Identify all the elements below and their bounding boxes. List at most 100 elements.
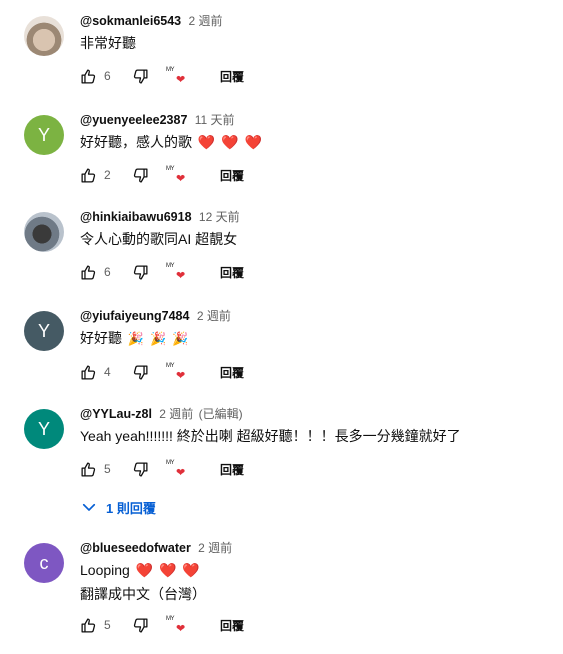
creator-tag: MY (166, 263, 175, 269)
comment-author[interactable]: @sokmanlei6543 (80, 14, 181, 28)
creator-tag: MY (166, 460, 175, 466)
thumbs-up-icon (80, 264, 95, 280)
creator-heart-badge[interactable]: MY ❤ (164, 163, 192, 187)
comment-time[interactable]: 2 週前 (198, 541, 232, 555)
thumbs-down-icon (133, 364, 148, 380)
avatar-letter: c (39, 552, 49, 573)
heart-icon: ❤ (176, 270, 186, 282)
thumbs-down-icon (133, 167, 148, 183)
creator-heart-badge[interactable]: MY ❤ (164, 457, 192, 481)
comment-author[interactable]: @blueseedofwater (80, 541, 191, 555)
avatar[interactable]: Y (24, 409, 64, 449)
like-count: 2 (104, 168, 111, 182)
thumbs-down-icon (133, 68, 148, 84)
comment-actions: 6 MY ❤ 回覆 (76, 256, 550, 288)
like-count: 6 (104, 69, 111, 83)
dislike-button[interactable] (128, 260, 152, 284)
comment-text-content: 好好聽，感人的歌 (80, 134, 192, 150)
heart-icon: ❤ (176, 370, 186, 382)
thumbs-down-icon (133, 617, 148, 633)
heart-emoji: ❤️ (197, 134, 216, 150)
party-popper-emoji: 🎉 (149, 331, 167, 346)
avatar[interactable]: Y (24, 115, 64, 155)
like-button[interactable] (76, 163, 100, 187)
reply-button[interactable]: 回覆 (212, 358, 252, 387)
show-replies-button[interactable]: 1 則回覆 (80, 493, 156, 521)
comment-text: 非常好聽 (80, 35, 136, 51)
reply-button[interactable]: 回覆 (212, 62, 252, 91)
comment-actions: 6 MY ❤ 回覆 (76, 60, 550, 92)
heart-icon: ❤ (176, 467, 186, 479)
like-count: 4 (104, 365, 111, 379)
creator-heart-badge[interactable]: MY ❤ (164, 260, 192, 284)
heart-emoji: ❤️ (135, 562, 154, 578)
dislike-button[interactable] (128, 360, 152, 384)
comment-text: 令人心動的歌同AI 超靚女 (80, 231, 238, 247)
comment-actions: 2 MY ❤ 回覆 (76, 159, 550, 191)
dislike-button[interactable] (128, 613, 152, 637)
party-popper-emoji: 🎉 (127, 331, 145, 346)
like-button[interactable] (76, 64, 100, 88)
avatar[interactable]: Y (24, 311, 64, 351)
avatar[interactable] (24, 16, 64, 56)
comment-text-content: Looping (80, 562, 130, 578)
like-button[interactable] (76, 260, 100, 284)
creator-tag: MY (166, 67, 175, 73)
comment-time[interactable]: 2 週前 (188, 14, 222, 28)
heart-emoji: ❤️ (244, 134, 262, 150)
comment-time[interactable]: 12 天前 (199, 210, 240, 224)
comment-actions: 4 MY ❤ 回覆 (76, 356, 550, 388)
comment-author[interactable]: @hinkiaibawu6918 (80, 210, 192, 224)
reply-button[interactable]: 回覆 (212, 258, 252, 287)
comment-actions: 5 MY ❤ 回覆 (76, 609, 550, 641)
party-popper-emoji: 🎉 (172, 331, 189, 346)
dislike-button[interactable] (128, 457, 152, 481)
like-count: 5 (104, 618, 111, 632)
translate-link[interactable]: 翻譯成中文（台灣） (80, 583, 550, 605)
like-button[interactable] (76, 360, 100, 384)
edited-label: (已編輯) (198, 407, 243, 421)
like-button[interactable] (76, 457, 100, 481)
dislike-button[interactable] (128, 163, 152, 187)
like-button[interactable] (76, 613, 100, 637)
comment-text: 好好聽，感人的歌 ❤️ ❤️ ❤️ (80, 131, 550, 153)
like-count: 6 (104, 265, 111, 279)
creator-tag: MY (166, 166, 175, 172)
like-count: 5 (104, 462, 111, 476)
comment-text: Looping ❤️ ❤️ ❤️ (80, 559, 550, 581)
thumbs-up-icon (80, 167, 95, 183)
creator-tag: MY (166, 363, 175, 369)
reply-button[interactable]: 回覆 (212, 161, 252, 190)
heart-emoji: ❤️ (221, 134, 239, 150)
dislike-button[interactable] (128, 64, 152, 88)
creator-heart-badge[interactable]: MY ❤ (164, 360, 192, 384)
heart-icon: ❤ (176, 623, 186, 635)
comment-time[interactable]: 2 週前 (159, 407, 193, 421)
reply-button[interactable]: 回覆 (212, 455, 252, 484)
comment-author[interactable]: @yiufaiyeung7484 (80, 309, 189, 323)
creator-heart-badge[interactable]: MY ❤ (164, 64, 192, 88)
replies-count-label: 1 則回覆 (106, 500, 156, 516)
comment-time[interactable]: 11 天前 (195, 113, 235, 127)
avatar[interactable]: c (24, 543, 64, 583)
thumbs-down-icon (133, 461, 148, 477)
heart-icon: ❤ (176, 74, 186, 86)
creator-heart-badge[interactable]: MY ❤ (164, 613, 192, 637)
comment-author[interactable]: @YYLau-z8l (80, 407, 152, 421)
thumbs-up-icon (80, 68, 95, 84)
heart-emoji: ❤️ (182, 562, 200, 578)
comment-text: Yeah yeah!!!!!!! 終於出喇 超級好聽！！！長多一分幾鐘就好了 (80, 428, 461, 444)
comment-author[interactable]: @yuenyeelee2387 (80, 113, 187, 127)
avatar[interactable] (24, 212, 64, 252)
heart-emoji: ❤️ (159, 562, 177, 578)
thumbs-up-icon (80, 364, 95, 380)
thumbs-up-icon (80, 617, 95, 633)
comment-text: 好好聽 🎉 🎉 🎉 (80, 327, 550, 350)
heart-icon: ❤ (176, 173, 186, 185)
reply-button[interactable]: 回覆 (212, 611, 252, 640)
comment-actions: 5 MY ❤ 回覆 (76, 453, 550, 485)
avatar-letter: Y (37, 320, 50, 341)
chevron-down-icon (82, 503, 96, 511)
creator-tag: MY (166, 616, 175, 622)
comment-time[interactable]: 2 週前 (197, 309, 231, 323)
